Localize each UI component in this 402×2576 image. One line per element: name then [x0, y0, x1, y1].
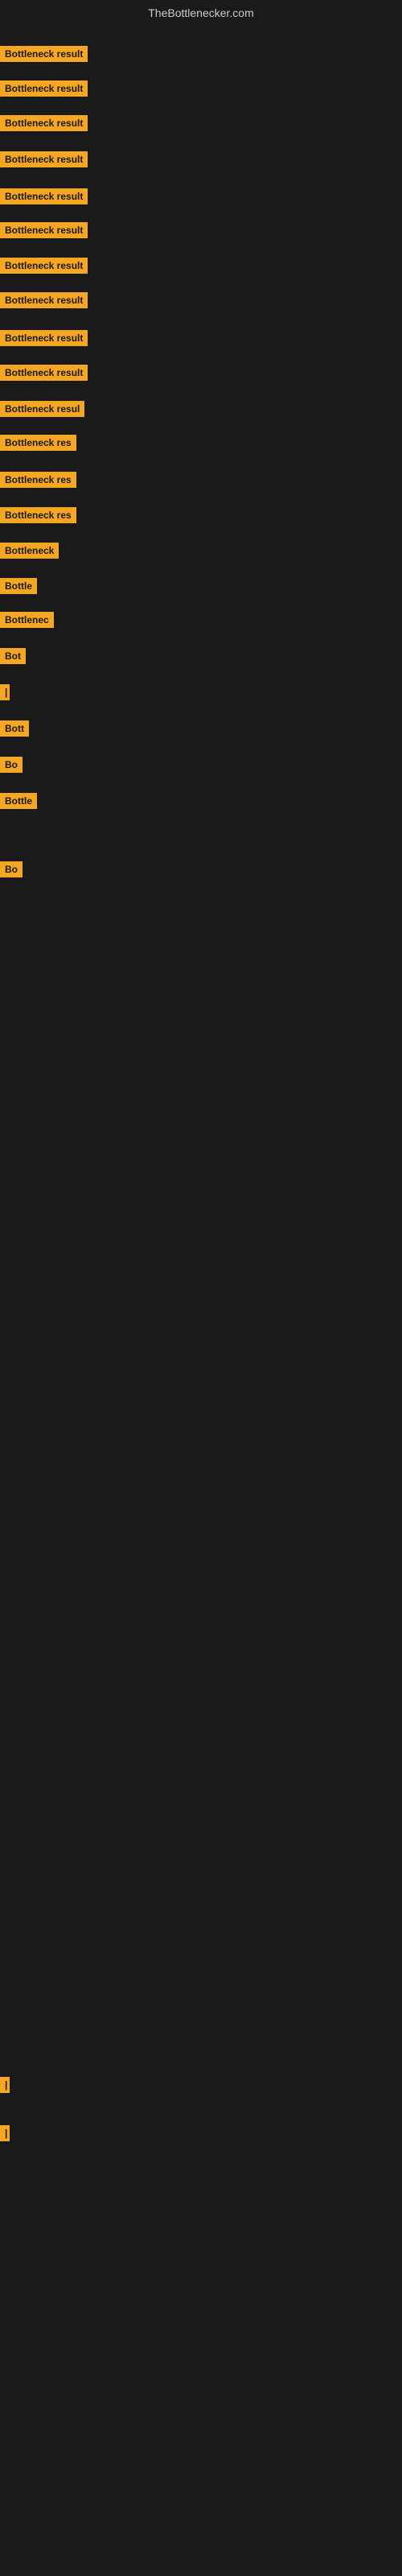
bottleneck-badge-25: |	[0, 2125, 10, 2141]
bottleneck-badge-10: Bottleneck result	[0, 365, 88, 381]
bottleneck-badge-23: Bo	[0, 861, 23, 877]
bottleneck-badge-17: Bottlenec	[0, 612, 54, 628]
bottleneck-badge-8: Bottleneck result	[0, 292, 88, 308]
bottleneck-badge-11: Bottleneck resul	[0, 401, 84, 417]
bottleneck-badge-24: |	[0, 2077, 10, 2093]
bottleneck-badge-13: Bottleneck res	[0, 472, 76, 488]
site-title: TheBottlenecker.com	[0, 0, 402, 23]
bottleneck-badge-20: Bott	[0, 720, 29, 737]
bottleneck-badge-21: Bo	[0, 757, 23, 773]
bottleneck-badge-18: Bot	[0, 648, 26, 664]
bottleneck-badge-2: Bottleneck result	[0, 80, 88, 97]
bottleneck-badge-16: Bottle	[0, 578, 37, 594]
bottleneck-badge-1: Bottleneck result	[0, 46, 88, 62]
bottleneck-badge-4: Bottleneck result	[0, 151, 88, 167]
bottleneck-badge-14: Bottleneck res	[0, 507, 76, 523]
bottleneck-badge-19: |	[0, 684, 10, 700]
bottleneck-badge-22: Bottle	[0, 793, 37, 809]
bottleneck-badge-15: Bottleneck	[0, 543, 59, 559]
bottleneck-badge-6: Bottleneck result	[0, 222, 88, 238]
bottleneck-badge-3: Bottleneck result	[0, 115, 88, 131]
bottleneck-badge-7: Bottleneck result	[0, 258, 88, 274]
bottleneck-badge-12: Bottleneck res	[0, 435, 76, 451]
bottleneck-badge-9: Bottleneck result	[0, 330, 88, 346]
bottleneck-badge-5: Bottleneck result	[0, 188, 88, 204]
